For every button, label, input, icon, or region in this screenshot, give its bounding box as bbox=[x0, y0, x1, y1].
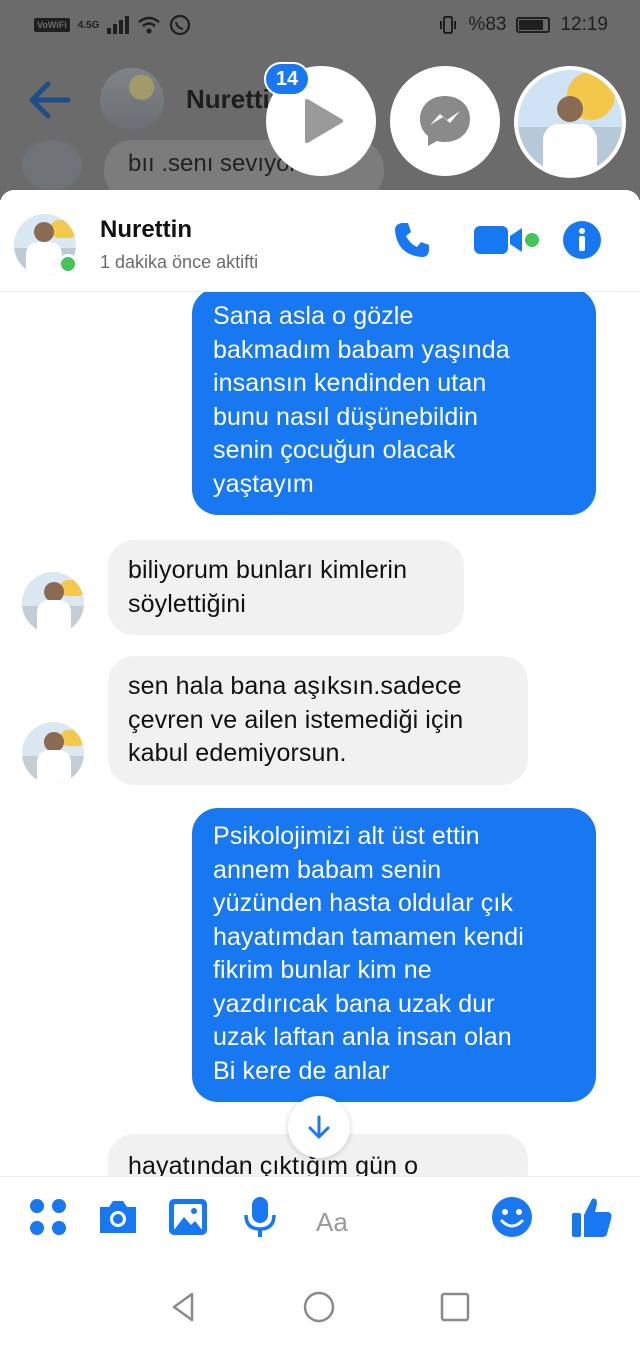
background-message-avatar bbox=[22, 140, 82, 190]
arrow-down-icon bbox=[308, 1115, 330, 1139]
screen: VoWiFi 4.5G %83 12:19 Nurettin bıı .senı… bbox=[0, 0, 640, 1346]
chat-head-contact[interactable] bbox=[514, 66, 626, 178]
status-bar: VoWiFi 4.5G %83 12:19 bbox=[0, 0, 640, 50]
chat-head-messenger[interactable] bbox=[390, 66, 500, 176]
phone-icon[interactable] bbox=[392, 220, 432, 260]
status-right: %83 12:19 bbox=[438, 14, 608, 36]
message-text: biliyorum bunları kimlerin söylettiğini bbox=[128, 556, 408, 618]
gallery-icon[interactable] bbox=[166, 1195, 210, 1239]
play-icon bbox=[305, 99, 343, 143]
messenger-icon bbox=[420, 96, 470, 146]
unread-badge: 14 bbox=[264, 62, 310, 96]
camera-icon[interactable] bbox=[96, 1195, 140, 1239]
sender-avatar[interactable] bbox=[22, 722, 84, 784]
chat-header: Nurettin 1 dakika önce aktifti bbox=[0, 190, 640, 292]
message-input[interactable]: Aa bbox=[316, 1207, 348, 1238]
message-incoming[interactable]: biliyorum bunları kimlerin söylettiğini bbox=[108, 540, 464, 635]
nav-home-icon[interactable] bbox=[302, 1290, 336, 1324]
nav-back-icon[interactable] bbox=[166, 1290, 200, 1324]
clock: 12:19 bbox=[560, 14, 608, 35]
background-avatar bbox=[100, 68, 164, 132]
mic-icon[interactable] bbox=[238, 1195, 282, 1239]
active-status: 1 dakika önce aktifti bbox=[100, 252, 259, 272]
sender-avatar[interactable] bbox=[22, 572, 84, 634]
scroll-to-bottom-button[interactable] bbox=[288, 1096, 350, 1158]
signal-icon bbox=[107, 16, 130, 34]
photo-person bbox=[540, 96, 600, 174]
status-left: VoWiFi 4.5G bbox=[34, 14, 191, 36]
message-outgoing[interactable]: Sana asla o gözle bakmadım babam yaşında… bbox=[192, 292, 596, 515]
apps-icon[interactable] bbox=[26, 1195, 70, 1239]
battery-percent: %83 bbox=[468, 14, 507, 35]
message-text: Sana asla o gözle bakmadım babam yaşında… bbox=[213, 302, 510, 498]
contact-name[interactable]: Nurettin bbox=[100, 216, 192, 244]
nav-recents-icon[interactable] bbox=[438, 1290, 472, 1324]
message-outgoing[interactable]: Psikolojimizi alt üst ettin annem babam … bbox=[192, 808, 596, 1102]
contact-photo bbox=[518, 70, 622, 174]
message-incoming[interactable]: sen hala bana aşıksın.sadece çevren ve a… bbox=[108, 656, 528, 785]
battery-icon bbox=[516, 17, 551, 33]
back-arrow-icon bbox=[28, 80, 72, 130]
chat-panel: Nurettin 1 dakika önce aktifti Sana asla… bbox=[0, 190, 640, 1268]
message-text: Psikolojimizi alt üst ettin annem babam … bbox=[213, 822, 524, 1085]
online-indicator bbox=[58, 254, 78, 274]
network-indicator: 4.5G bbox=[77, 19, 100, 31]
vibrate-icon bbox=[440, 16, 457, 34]
message-text: sen hala bana aşıksın.sadece çevren ve a… bbox=[128, 672, 464, 767]
info-icon[interactable] bbox=[562, 220, 602, 260]
system-navigation-bar bbox=[0, 1268, 640, 1346]
thumbs-up-icon[interactable] bbox=[570, 1195, 614, 1239]
composer-bar: Aa bbox=[0, 1176, 640, 1268]
whatsapp-icon bbox=[170, 14, 191, 36]
message-list[interactable]: Sana asla o gözle bakmadım babam yaşında… bbox=[0, 292, 640, 1176]
video-icon[interactable] bbox=[474, 224, 539, 258]
vowifi-indicator: VoWiFi bbox=[34, 18, 70, 32]
emoji-icon[interactable] bbox=[490, 1195, 534, 1239]
wifi-icon bbox=[138, 16, 161, 34]
